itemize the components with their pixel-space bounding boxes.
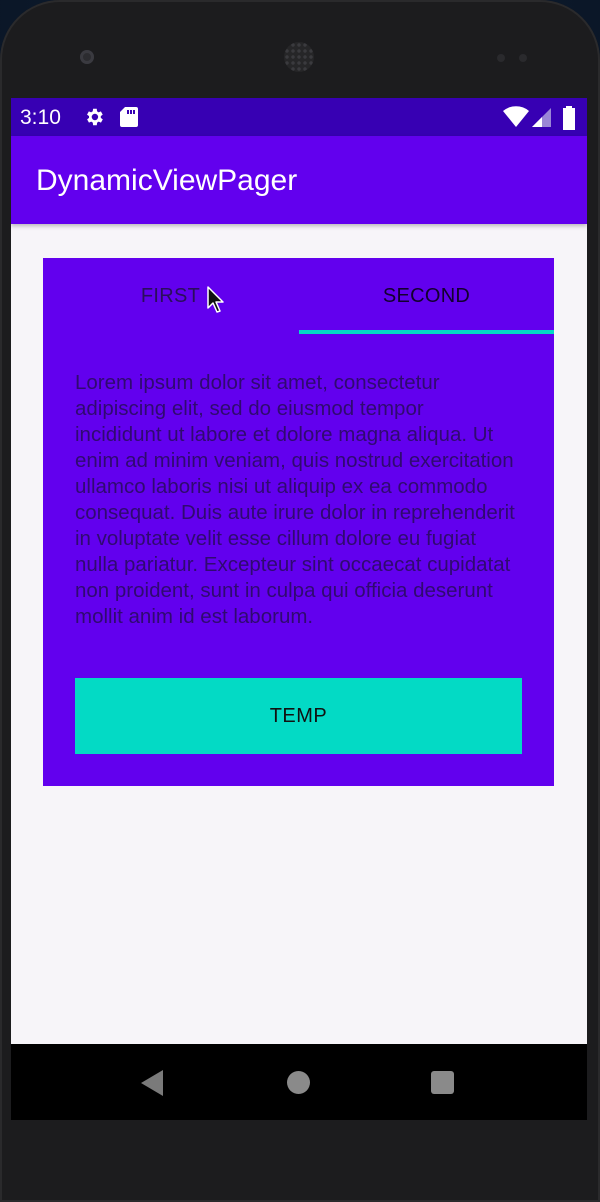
light-sensor bbox=[519, 54, 527, 62]
pager-card: FIRST SECOND Lorem ipsum dolor sit amet,… bbox=[43, 258, 554, 786]
tab-first[interactable]: FIRST bbox=[43, 258, 298, 334]
tab-indicator bbox=[299, 330, 554, 334]
temp-button[interactable]: TEMP bbox=[75, 678, 522, 754]
sd-card-icon bbox=[120, 107, 138, 127]
page-content-text: Lorem ipsum dolor sit amet, consectetur … bbox=[75, 371, 515, 628]
device-screen: 3:10 DynamicViewPager FIRST SECOND Lorem… bbox=[11, 98, 587, 1120]
battery-icon bbox=[563, 106, 575, 130]
front-camera bbox=[80, 50, 94, 64]
tab-second-label: SECOND bbox=[382, 284, 471, 307]
tab-first-label: FIRST bbox=[140, 284, 201, 307]
wifi-icon bbox=[503, 106, 529, 127]
settings-icon bbox=[87, 108, 103, 126]
app-bar: DynamicViewPager bbox=[11, 136, 587, 224]
earpiece-speaker bbox=[284, 42, 314, 72]
status-bar: 3:10 bbox=[11, 98, 587, 136]
mouse-cursor-icon bbox=[207, 286, 224, 313]
navigation-bar bbox=[11, 1044, 587, 1120]
tab-second[interactable]: SECOND bbox=[299, 258, 554, 334]
signal-icon bbox=[532, 108, 551, 127]
device-frame: 3:10 DynamicViewPager FIRST SECOND Lorem… bbox=[0, 0, 600, 1202]
app-title: DynamicViewPager bbox=[36, 164, 298, 197]
home-icon[interactable] bbox=[287, 1071, 310, 1094]
status-time: 3:10 bbox=[20, 106, 61, 129]
back-icon[interactable] bbox=[141, 1070, 163, 1096]
proximity-sensor bbox=[497, 54, 505, 62]
recents-icon[interactable] bbox=[431, 1071, 454, 1094]
temp-button-label: TEMP bbox=[269, 704, 328, 727]
